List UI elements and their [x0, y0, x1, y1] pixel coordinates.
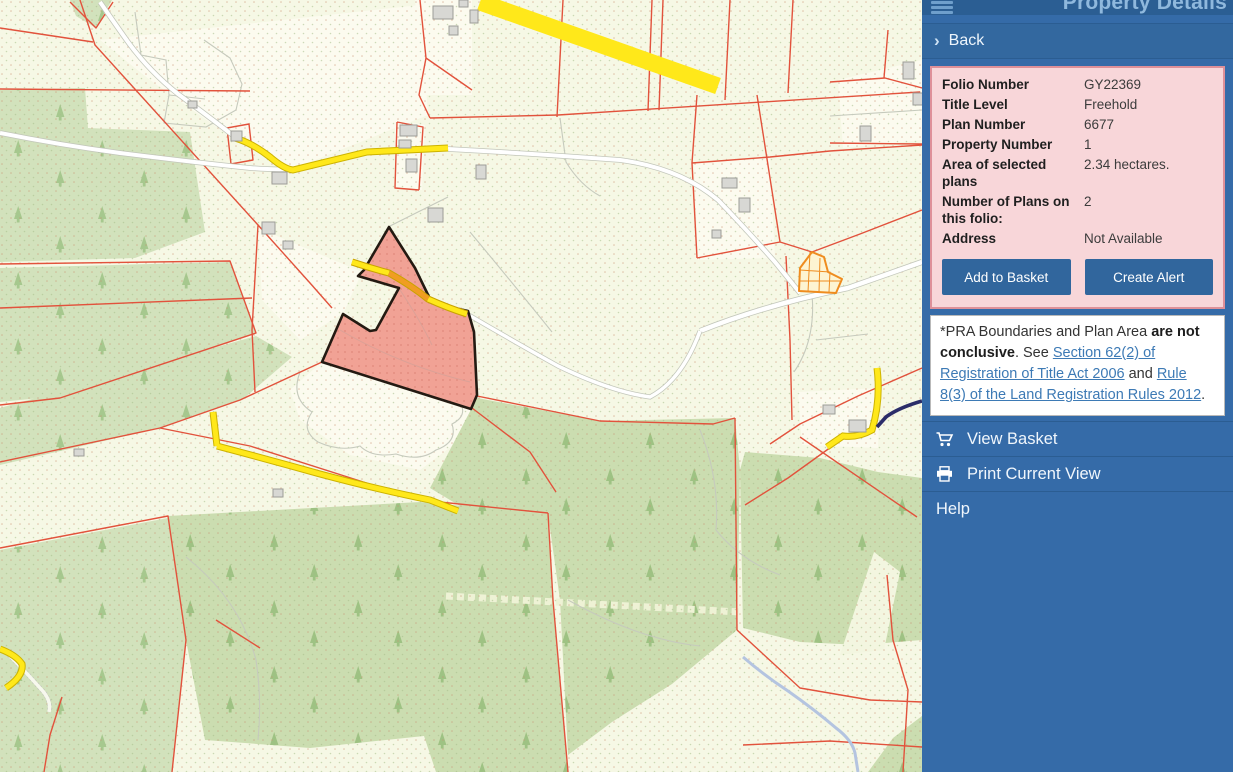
- disclaimer-text: *PRA Boundaries and Plan Area: [940, 324, 1151, 340]
- map-svg: [0, 0, 922, 772]
- sidebar-menu: View Basket Print Current View Help: [922, 421, 1233, 526]
- map-canvas[interactable]: [0, 0, 922, 772]
- panel-header: Property Details: [922, 0, 1233, 15]
- plan-number-row: Plan Number 6677: [942, 116, 1213, 133]
- boundaries-disclaimer: *PRA Boundaries and Plan Area are not co…: [930, 315, 1225, 416]
- hamburger-icon[interactable]: [931, 1, 953, 15]
- area-row: Area of selected plans 2.34 hectares.: [942, 156, 1213, 190]
- print-current-view-item[interactable]: Print Current View: [922, 456, 1233, 491]
- plans-count-row: Number of Plans on this folio: 2: [942, 193, 1213, 227]
- chevron-right-icon: ›: [934, 31, 940, 51]
- view-basket-item[interactable]: View Basket: [922, 421, 1233, 456]
- title-level-row: Title Level Freehold: [942, 96, 1213, 113]
- property-number-row: Property Number 1: [942, 136, 1213, 153]
- printer-icon: [936, 466, 958, 482]
- create-alert-button[interactable]: Create Alert: [1085, 259, 1214, 295]
- back-button[interactable]: › Back: [922, 23, 1233, 59]
- address-row: Address Not Available: [942, 230, 1213, 247]
- property-details-panel: Property Details › Back Folio Number GY2…: [922, 0, 1233, 772]
- folio-summary-card: Folio Number GY22369 Title Level Freehol…: [930, 66, 1225, 309]
- cart-icon: [936, 432, 958, 447]
- panel-title: Property Details: [1063, 0, 1227, 15]
- help-item[interactable]: Help: [922, 491, 1233, 526]
- landdirect-map-viewer: Property Details › Back Folio Number GY2…: [0, 0, 1233, 772]
- add-to-basket-button[interactable]: Add to Basket: [942, 259, 1071, 295]
- folio-row: Folio Number GY22369: [942, 76, 1213, 93]
